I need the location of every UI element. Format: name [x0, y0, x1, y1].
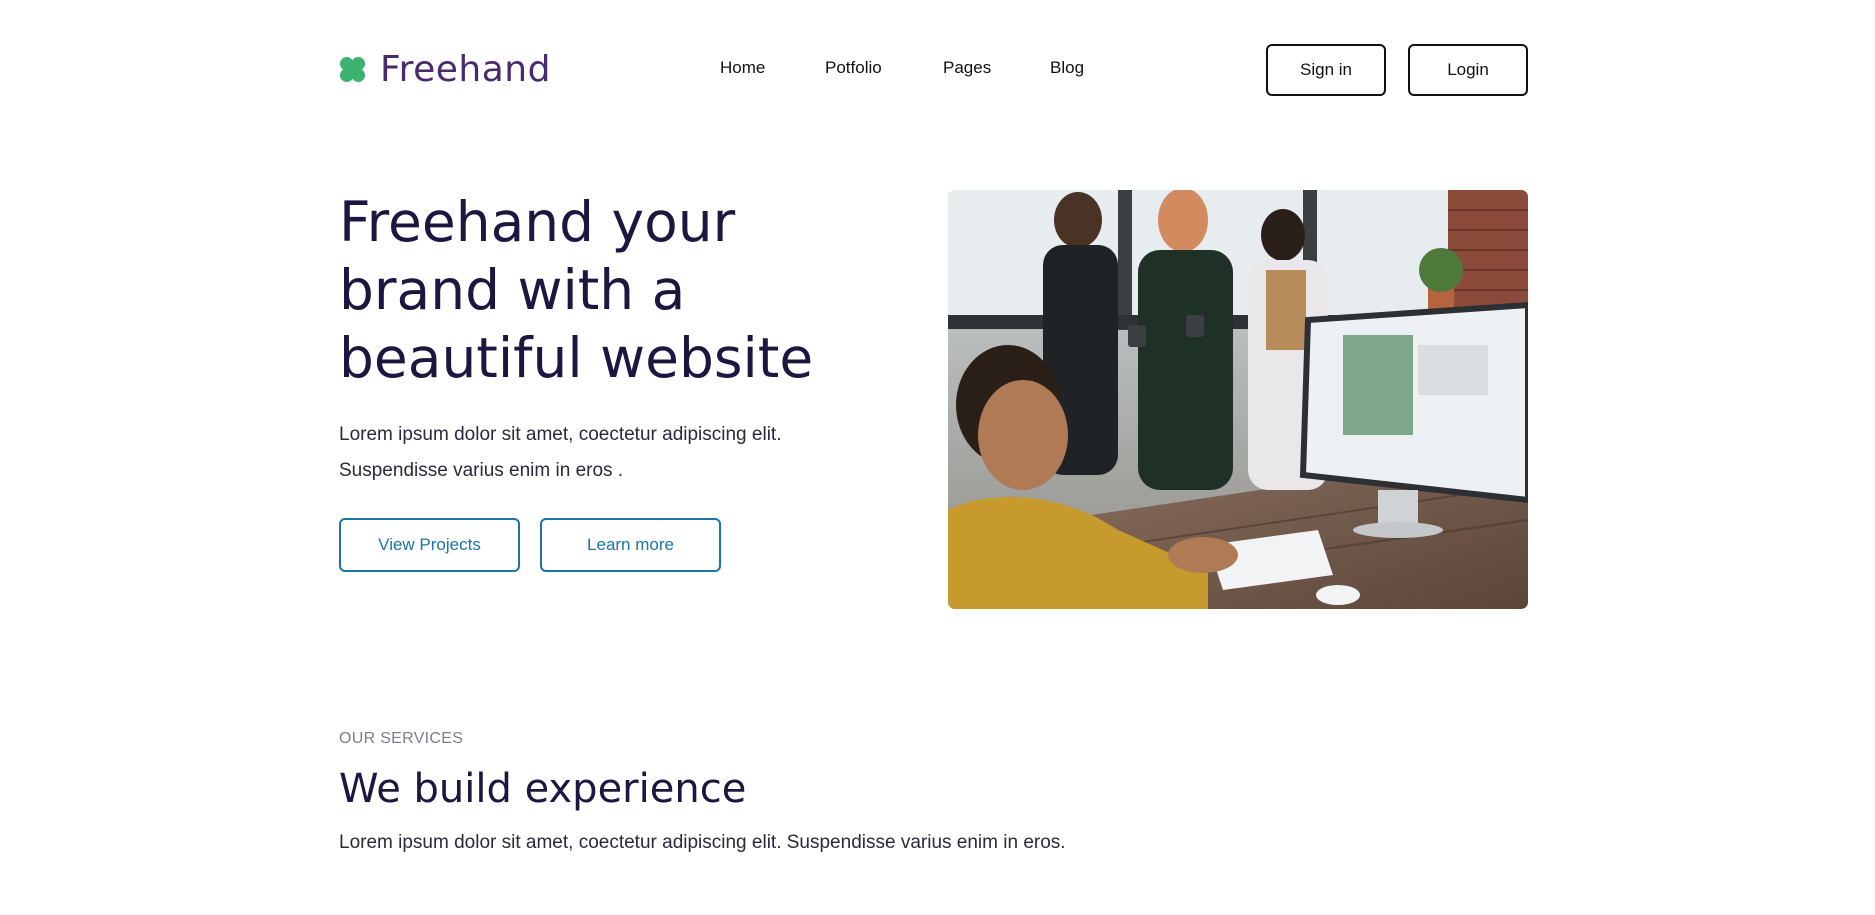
learn-more-button[interactable]: Learn more [540, 518, 721, 572]
nav-item-home[interactable]: Home [720, 58, 765, 78]
clover-icon [339, 56, 366, 82]
login-button[interactable]: Login [1408, 44, 1528, 96]
hero-subtitle: Lorem ipsum dolor sit amet, coectetur ad… [339, 417, 859, 489]
brand-name: Freehand [380, 48, 551, 90]
brand-logo[interactable]: Freehand [339, 48, 551, 90]
services-subtitle: Lorem ipsum dolor sit amet, coectetur ad… [339, 832, 1066, 853]
services-eyebrow: OUR SERVICES [339, 730, 464, 747]
hero-image [948, 190, 1528, 609]
nav-item-portfolio[interactable]: Potfolio [825, 58, 882, 78]
nav-item-blog[interactable]: Blog [1050, 58, 1084, 78]
services-title: We build experience [339, 766, 747, 812]
hero-subtitle-line1: Lorem ipsum dolor sit amet, coectetur ad… [339, 424, 782, 445]
hero-title: Freehand your brand with a beautiful web… [339, 190, 814, 390]
hero-subtitle-line2: Suspendisse varius enim in eros . [339, 460, 624, 481]
office-team-illustration [948, 190, 1528, 609]
view-projects-button[interactable]: View Projects [339, 518, 520, 572]
nav-item-pages[interactable]: Pages [943, 58, 991, 78]
signin-button[interactable]: Sign in [1266, 44, 1386, 96]
